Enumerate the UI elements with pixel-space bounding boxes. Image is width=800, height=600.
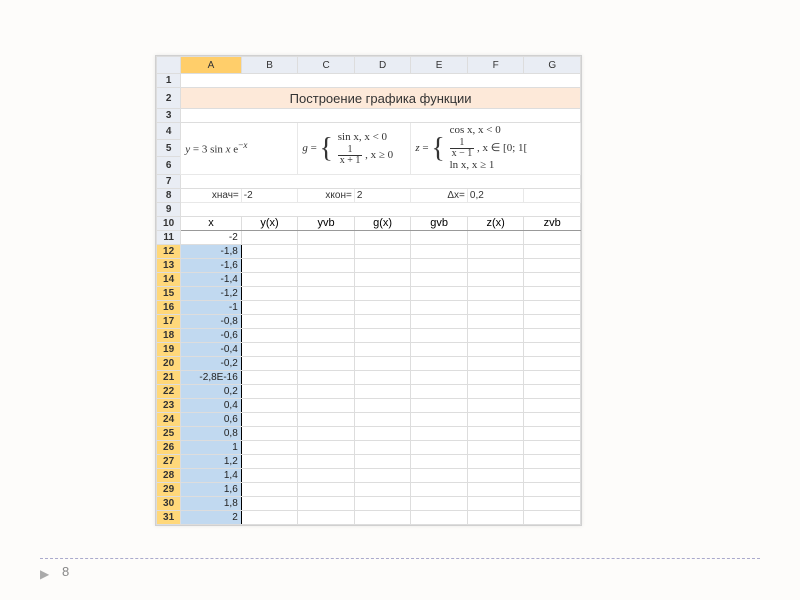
cell-x[interactable]: 1 [181, 440, 242, 454]
cell-x[interactable]: 1,6 [181, 482, 242, 496]
formula-y: y = 3 sin x e−x [181, 123, 298, 175]
row-header[interactable]: 14 [157, 272, 181, 286]
col-yx: y(x) [241, 216, 298, 230]
row-header[interactable]: 19 [157, 342, 181, 356]
row-header[interactable]: 2 [157, 88, 181, 109]
cell-x[interactable]: 1,8 [181, 496, 242, 510]
cell-x[interactable]: 0,2 [181, 384, 242, 398]
grid[interactable]: A B C D E F G 1 2 Построение графика фун… [156, 56, 581, 525]
row-header[interactable]: 29 [157, 482, 181, 496]
param-dx-value[interactable]: 0,2 [467, 188, 524, 202]
cell-x[interactable]: 1,4 [181, 468, 242, 482]
col-header-G[interactable]: G [524, 57, 581, 74]
cell-x[interactable]: -1,6 [181, 258, 242, 272]
cell-x[interactable]: 2 [181, 510, 242, 524]
row-header[interactable]: 27 [157, 454, 181, 468]
footer-divider [40, 558, 760, 559]
col-header-D[interactable]: D [354, 57, 411, 74]
cell-x[interactable]: -2 [181, 230, 242, 244]
cell-x[interactable]: 0,8 [181, 426, 242, 440]
spreadsheet: A B C D E F G 1 2 Построение графика фун… [155, 55, 582, 526]
col-header-C[interactable]: C [298, 57, 355, 74]
col-yvb: yvb [298, 216, 355, 230]
row-header[interactable]: 18 [157, 328, 181, 342]
formula-g: g = { sin x, x < 0 1x + 1 , x ≥ 0 [298, 123, 411, 175]
param-xstart-value[interactable]: -2 [241, 188, 298, 202]
col-gx: g(x) [354, 216, 411, 230]
row-header[interactable]: 21 [157, 370, 181, 384]
row-header[interactable]: 30 [157, 496, 181, 510]
row-header[interactable]: 20 [157, 356, 181, 370]
select-all-corner[interactable] [157, 57, 181, 74]
row-header[interactable]: 31 [157, 510, 181, 524]
nav-arrow-icon[interactable]: ▶ [40, 567, 49, 581]
col-header-E[interactable]: E [411, 57, 468, 74]
param-dx-label: Δx= [411, 188, 468, 202]
cell-x[interactable]: -1,8 [181, 244, 242, 258]
param-xend-value[interactable]: 2 [354, 188, 411, 202]
col-gvb: gvb [411, 216, 468, 230]
row-header[interactable]: 22 [157, 384, 181, 398]
cell-x[interactable]: -0,2 [181, 356, 242, 370]
row-header[interactable]: 28 [157, 468, 181, 482]
cell-x[interactable]: -2,8E-16 [181, 370, 242, 384]
row-header[interactable]: 7 [157, 174, 181, 188]
param-xend-label: хкон= [298, 188, 355, 202]
cell-x[interactable]: -1 [181, 300, 242, 314]
col-x: x [181, 216, 242, 230]
row-header[interactable]: 11 [157, 230, 181, 244]
cell-x[interactable]: -0,4 [181, 342, 242, 356]
row-header[interactable]: 8 [157, 188, 181, 202]
col-zvb: zvb [524, 216, 581, 230]
row-header[interactable]: 3 [157, 109, 181, 123]
row-header[interactable]: 23 [157, 398, 181, 412]
row-header[interactable]: 13 [157, 258, 181, 272]
col-header-A[interactable]: A [181, 57, 242, 74]
row-header[interactable]: 16 [157, 300, 181, 314]
page-number: 8 [62, 564, 69, 579]
cell-x[interactable]: 0,6 [181, 412, 242, 426]
row-header[interactable]: 10 [157, 216, 181, 230]
row-header[interactable]: 26 [157, 440, 181, 454]
param-xstart-label: хнач= [181, 188, 242, 202]
row-header[interactable]: 4 [157, 123, 181, 140]
row-header[interactable]: 9 [157, 202, 181, 216]
row-header[interactable]: 25 [157, 426, 181, 440]
sheet-title: Построение графика функции [181, 88, 581, 109]
row-header[interactable]: 15 [157, 286, 181, 300]
cell-x[interactable]: 0,4 [181, 398, 242, 412]
row-header[interactable]: 5 [157, 140, 181, 157]
cell-x[interactable]: 1,2 [181, 454, 242, 468]
cell-x[interactable]: -1,2 [181, 286, 242, 300]
col-zx: z(x) [467, 216, 524, 230]
row-header[interactable]: 1 [157, 74, 181, 88]
col-header-B[interactable]: B [241, 57, 298, 74]
cell-x[interactable]: -0,6 [181, 328, 242, 342]
row-header[interactable]: 17 [157, 314, 181, 328]
formula-z: z = { cos x, x < 0 1x − 1 , x ∈ [0; 1[ l… [411, 123, 581, 175]
row-header[interactable]: 24 [157, 412, 181, 426]
row-header[interactable]: 6 [157, 157, 181, 174]
cell-x[interactable]: -0,8 [181, 314, 242, 328]
cell-x[interactable]: -1,4 [181, 272, 242, 286]
row-header[interactable]: 12 [157, 244, 181, 258]
column-header-row: A B C D E F G [157, 57, 581, 74]
col-header-F[interactable]: F [467, 57, 524, 74]
